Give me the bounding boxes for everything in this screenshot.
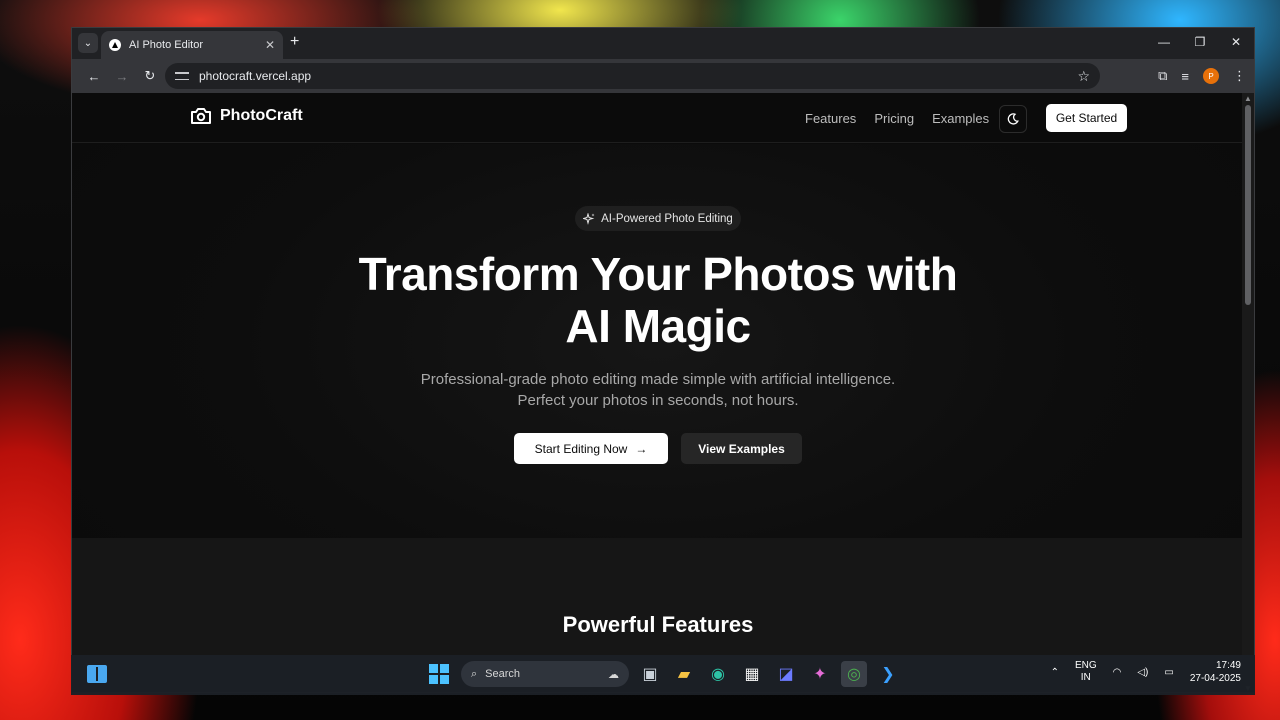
site-nav: Features Pricing Examples xyxy=(805,111,989,126)
microsoft-store-icon[interactable]: ▦ xyxy=(739,661,765,687)
scrollbar-thumb[interactable] xyxy=(1245,105,1251,305)
brand-name: PhotoCraft xyxy=(220,107,303,124)
address-bar[interactable]: photocraft.vercel.app ☆ xyxy=(165,63,1100,89)
start-windows-icon[interactable] xyxy=(429,664,449,684)
vscode-icon[interactable]: ❯ xyxy=(875,661,901,687)
page-scrollbar[interactable]: ▲ ▼ xyxy=(1242,93,1254,692)
site-header: PhotoCraft Features Pricing Examples Get… xyxy=(72,93,1244,143)
nav-examples[interactable]: Examples xyxy=(932,111,989,126)
forward-icon[interactable]: → xyxy=(108,69,136,84)
feature-badge: AI-Powered Photo Editing xyxy=(575,206,741,231)
widgets-icon[interactable] xyxy=(87,665,107,683)
headline-line-2: AI Magic xyxy=(565,300,751,352)
lang-region: IN xyxy=(1080,672,1091,683)
window-controls: — ❐ ✕ xyxy=(1146,28,1254,58)
vercel-favicon-icon xyxy=(109,39,121,51)
windows-taskbar: ⌕ Search ☁ ▣ ▰ ◉ ▦ ◪ ✦ ◎ ❯ ⌃ ENG IN ◠ ◁)… xyxy=(71,655,1255,695)
taskbar-apps: ⌕ Search ☁ ▣ ▰ ◉ ▦ ◪ ✦ ◎ ❯ xyxy=(429,661,901,687)
edge-browser-icon[interactable]: ◉ xyxy=(705,661,731,687)
camera-icon xyxy=(191,108,211,124)
get-started-button[interactable]: Get Started xyxy=(1046,104,1127,132)
hero-subheading: Professional-grade photo editing made si… xyxy=(72,369,1244,411)
features-heading: Powerful Features xyxy=(562,612,754,637)
hero-actions: Start Editing Now → View Examples xyxy=(514,433,802,464)
media-control-icon[interactable]: ≡ xyxy=(1181,69,1189,84)
headline-line-1: Transform Your Photos with xyxy=(358,248,958,300)
profile-avatar[interactable]: P xyxy=(1203,68,1219,84)
nav-pricing[interactable]: Pricing xyxy=(874,111,914,126)
nav-features[interactable]: Features xyxy=(805,111,856,126)
battery-icon[interactable]: ▭ xyxy=(1164,667,1173,678)
scroll-up-icon[interactable]: ▲ xyxy=(1244,94,1252,103)
brand-logo[interactable]: PhotoCraft xyxy=(190,107,303,125)
task-view-icon[interactable]: ▣ xyxy=(637,661,663,687)
restore-icon[interactable]: ❐ xyxy=(1182,28,1218,58)
whiteboard-icon[interactable]: ◪ xyxy=(773,661,799,687)
language-indicator[interactable]: ENG IN xyxy=(1075,660,1097,684)
tab-strip: ⌄ AI Photo Editor ✕ + — ❐ ✕ xyxy=(72,28,1254,59)
tray-overflow-icon[interactable]: ⌃ xyxy=(1051,667,1059,678)
search-highlight-icon: ☁ xyxy=(608,668,619,681)
new-tab-icon[interactable]: + xyxy=(290,33,299,51)
tab-active[interactable]: AI Photo Editor ✕ xyxy=(101,31,283,59)
copilot-icon[interactable]: ✦ xyxy=(807,661,833,687)
badge-label: AI-Powered Photo Editing xyxy=(601,212,733,225)
start-editing-button[interactable]: Start Editing Now → xyxy=(514,433,668,464)
taskbar-search[interactable]: ⌕ Search ☁ xyxy=(461,661,629,687)
start-editing-label: Start Editing Now xyxy=(534,441,628,456)
hero-section: AI-Powered Photo Editing Transform Your … xyxy=(72,144,1244,538)
search-icon: ⌕ xyxy=(471,667,478,680)
close-window-icon[interactable]: ✕ xyxy=(1218,28,1254,58)
system-clock[interactable]: 17:49 27-04-2025 xyxy=(1190,659,1241,685)
bookmark-star-icon[interactable]: ☆ xyxy=(1077,68,1090,85)
url-text: photocraft.vercel.app xyxy=(199,69,312,83)
sparkles-icon xyxy=(583,212,595,225)
clock-time: 17:49 xyxy=(1215,660,1241,671)
view-examples-button[interactable]: View Examples xyxy=(681,433,802,464)
subheading-line-2: Perfect your photos in seconds, not hour… xyxy=(517,392,799,409)
extensions-icon[interactable]: ⧉ xyxy=(1158,68,1167,84)
minimize-icon[interactable]: — xyxy=(1146,28,1182,58)
tab-close-icon[interactable]: ✕ xyxy=(265,38,275,52)
search-label: Search xyxy=(485,668,521,680)
system-tray: ⌃ ENG IN ◠ ◁) ▭ 17:49 27-04-2025 xyxy=(1051,659,1241,685)
tab-search-button[interactable]: ⌄ xyxy=(78,33,98,53)
hero-headline: Transform Your Photos with AI Magic xyxy=(72,248,1244,352)
arrow-right-icon: → xyxy=(635,441,648,456)
reload-icon[interactable]: ↻ xyxy=(136,68,164,84)
wifi-icon[interactable]: ◠ xyxy=(1113,667,1122,678)
toolbar-actions: ⧉ ≡ P ⋮ xyxy=(1158,59,1246,93)
site-info-icon[interactable] xyxy=(175,70,189,82)
browser-window: ⌄ AI Photo Editor ✕ + — ❐ ✕ ← → ↻ photoc… xyxy=(71,27,1255,693)
menu-kebab-icon[interactable]: ⋮ xyxy=(1233,68,1246,84)
lang-code: ENG xyxy=(1074,660,1097,671)
subheading-line-1: Professional-grade photo editing made si… xyxy=(420,371,896,388)
browser-toolbar: ← → ↻ photocraft.vercel.app ☆ ⧉ ≡ P ⋮ xyxy=(72,59,1254,93)
chrome-icon[interactable]: ◎ xyxy=(841,661,867,687)
volume-icon[interactable]: ◁) xyxy=(1137,667,1148,678)
moon-icon xyxy=(1007,113,1019,125)
back-icon[interactable]: ← xyxy=(80,69,108,84)
theme-toggle-button[interactable] xyxy=(999,105,1027,133)
page-viewport: PhotoCraft Features Pricing Examples Get… xyxy=(72,93,1244,692)
clock-date: 27-04-2025 xyxy=(1189,673,1241,684)
file-explorer-icon[interactable]: ▰ xyxy=(671,661,697,687)
tab-title: AI Photo Editor xyxy=(129,39,203,51)
